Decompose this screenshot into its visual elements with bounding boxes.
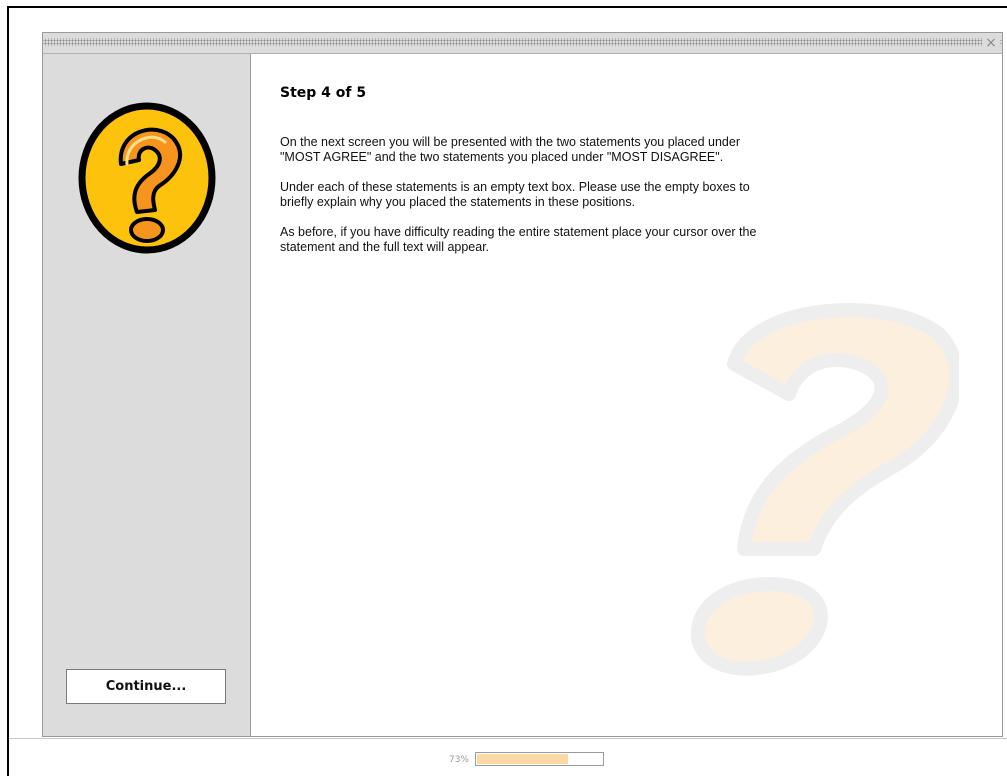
instruction-paragraph: Under each of these statements is an emp… [280, 180, 750, 209]
question-mark-watermark-icon [690, 303, 959, 676]
progress-bar-track [475, 752, 604, 766]
step-title: Step 4 of 5 [280, 85, 367, 101]
app-window: × Continue... Step 4 of 5 On the next sc… [7, 6, 1007, 776]
continue-button[interactable]: Continue... [66, 669, 226, 704]
titlebar-top-band [43, 33, 1002, 38]
instruction-paragraph: As before, if you have difficulty readin… [280, 225, 757, 254]
close-icon[interactable]: × [982, 34, 1000, 52]
dialog-panel: × Continue... Step 4 of 5 On the next sc… [42, 32, 1003, 737]
footer-divider [9, 738, 1007, 739]
sidebar: Continue... [43, 54, 251, 736]
dialog-titlebar[interactable]: × [43, 33, 1002, 54]
instructions-text: On the next screen you will be presented… [280, 135, 780, 270]
titlebar-bottom-band [43, 46, 1002, 53]
instruction-paragraph: On the next screen you will be presented… [280, 135, 740, 164]
progress-percent-label: 73% [448, 755, 469, 765]
progress-bar-fill [477, 754, 568, 764]
question-mark-icon [78, 102, 216, 254]
instructions-content: Step 4 of 5 On the next screen you will … [251, 54, 1002, 736]
